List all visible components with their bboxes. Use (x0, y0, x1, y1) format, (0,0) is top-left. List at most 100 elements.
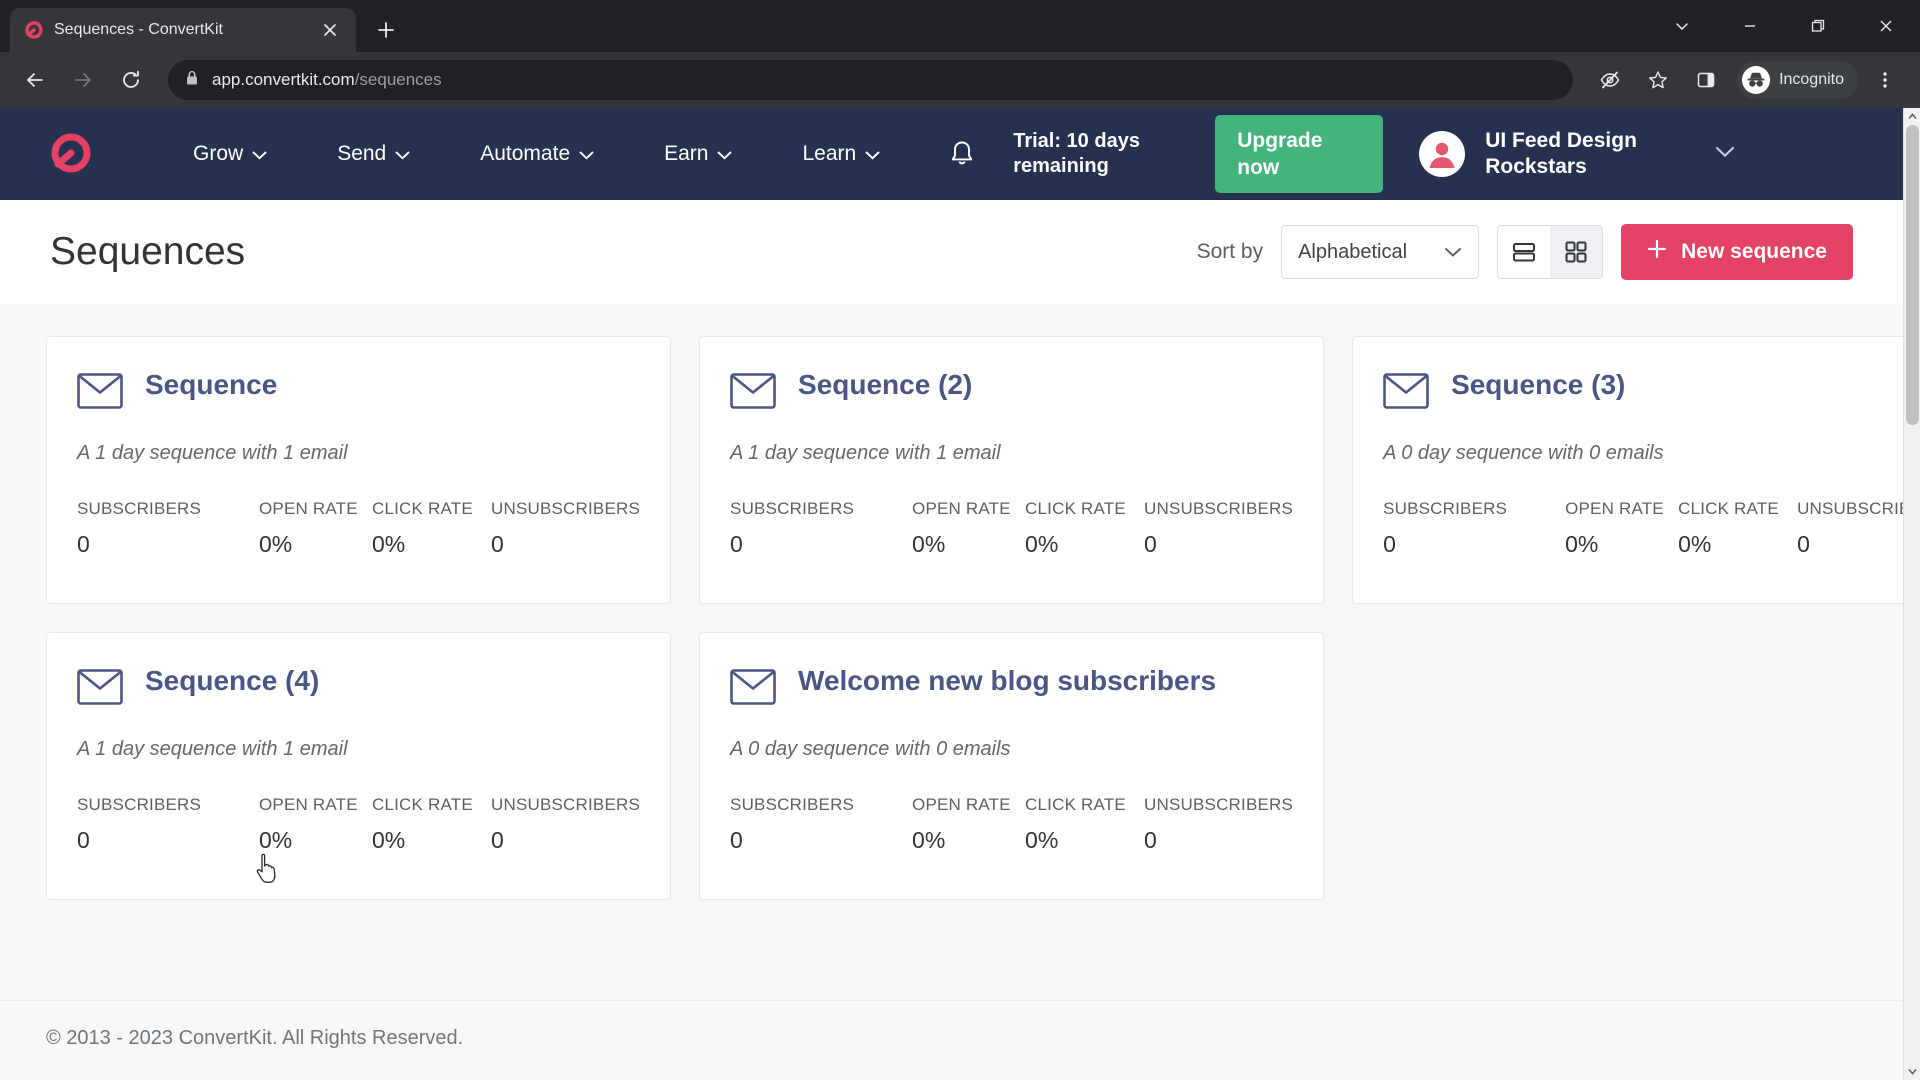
stat-value: 0% (1565, 531, 1599, 557)
upgrade-now-button[interactable]: Upgrade now (1215, 115, 1384, 193)
convertkit-logo-icon[interactable] (42, 125, 100, 183)
side-panel-icon[interactable] (1685, 59, 1727, 101)
sort-by-select[interactable]: Alphabetical (1281, 225, 1480, 279)
stat-unsubscribers: UNSUBSCRIBERS 0 (1144, 499, 1293, 558)
kebab-menu-icon[interactable] (1864, 59, 1906, 101)
sequence-card[interactable]: Sequence (3) A 0 day sequence with 0 ema… (1352, 336, 1903, 604)
chevron-down-icon (865, 142, 880, 166)
view-toggle (1497, 225, 1604, 279)
incognito-label: Incognito (1779, 71, 1844, 88)
stat-value: 0 (491, 531, 504, 557)
card-header: Sequence (2) (730, 367, 1293, 414)
sequence-stats: SUBSCRIBERS 0 OPEN RATE 0% CLICK RATE 0% (730, 499, 1293, 558)
envelope-icon (77, 373, 123, 414)
eye-slash-icon[interactable] (1589, 59, 1631, 101)
maximize-button[interactable] (1784, 0, 1852, 52)
stat-label: OPEN RATE (1565, 499, 1664, 518)
sequence-card[interactable]: Sequence (2) A 1 day sequence with 1 ema… (699, 336, 1325, 604)
sequence-subtitle: A 1 day sequence with 1 email (730, 442, 1001, 464)
trial-status: Trial: 10 days remaining (1013, 130, 1140, 177)
sequence-title[interactable]: Sequence (3) (1451, 367, 1625, 403)
sequence-subtitle: A 0 day sequence with 0 emails (730, 738, 1011, 760)
new-tab-button[interactable] (368, 12, 404, 48)
scrollbar-thumb[interactable] (1906, 125, 1919, 425)
stat-label: SUBSCRIBERS (730, 795, 855, 814)
stat-subscribers: SUBSCRIBERS 0 (77, 795, 259, 854)
stat-unsubscribers: UNSUBSCRIBERS 0 (491, 499, 640, 558)
stat-label: OPEN RATE (912, 795, 1011, 814)
reload-icon[interactable] (110, 59, 152, 101)
main-content: Sequences Sort by Alphabetical New seque… (0, 200, 1903, 1080)
envelope-icon (730, 669, 776, 710)
grid-view-icon[interactable] (1550, 226, 1603, 278)
new-sequence-button[interactable]: New sequence (1621, 224, 1853, 280)
stat-value: 0% (1025, 531, 1059, 557)
stat-label: UNSUBSCRIBERS (1144, 795, 1294, 814)
window-controls (1648, 0, 1920, 52)
url-host: app.convertkit.com (212, 70, 355, 89)
nav-item-grow[interactable]: Grow (158, 142, 302, 166)
page-scrollbar[interactable] (1903, 108, 1920, 1080)
nav-item-automate[interactable]: Automate (445, 142, 629, 166)
convertkit-logo-icon (24, 20, 44, 40)
stat-label: OPEN RATE (259, 499, 358, 518)
app-navigation-bar: Grow Send Automate Earn Learn Trial: 10 … (0, 108, 1903, 200)
sequence-title[interactable]: Sequence (2) (798, 367, 972, 403)
scroll-down-arrow-icon[interactable] (1904, 1063, 1920, 1080)
sequence-stats: SUBSCRIBERS 0 OPEN RATE 0% CLICK RATE 0% (77, 795, 640, 854)
browser-tab[interactable]: Sequences - ConvertKit (10, 8, 356, 52)
sequence-card[interactable]: Welcome new blog subscribers A 0 day seq… (699, 632, 1325, 900)
stat-subscribers: SUBSCRIBERS 0 (730, 499, 912, 558)
chevron-down-icon (1715, 145, 1735, 163)
forward-arrow-icon[interactable] (62, 59, 104, 101)
sequence-title[interactable]: Welcome new blog subscribers (798, 663, 1216, 699)
back-arrow-icon[interactable] (14, 59, 56, 101)
nav-item-learn[interactable]: Learn (767, 142, 915, 166)
new-sequence-label: New sequence (1681, 240, 1827, 263)
star-icon[interactable] (1637, 59, 1679, 101)
chevron-down-icon (252, 142, 267, 166)
sequence-title[interactable]: Sequence (145, 367, 277, 403)
stat-label: CLICK RATE (1678, 499, 1779, 518)
nav-item-earn[interactable]: Earn (629, 142, 767, 166)
stat-label: SUBSCRIBERS (77, 795, 202, 814)
card-header: Sequence (77, 367, 640, 414)
sequence-card[interactable]: Sequence (4) A 1 day sequence with 1 ema… (46, 632, 672, 900)
stat-label: SUBSCRIBERS (1383, 499, 1508, 518)
nav-label: Learn (802, 142, 857, 165)
stat-value: 0% (1678, 531, 1712, 557)
stat-unsubscribers: UNSUBSCRIBERS 0 (491, 795, 640, 854)
stat-value: 0 (1144, 531, 1157, 557)
page-header-controls: Sort by Alphabetical New sequence (1197, 224, 1853, 280)
stat-subscribers: SUBSCRIBERS 0 (730, 795, 912, 854)
sequence-stats: SUBSCRIBERS 0 OPEN RATE 0% CLICK RATE 0% (730, 795, 1293, 854)
address-bar[interactable]: app.convertkit.com/sequences (168, 60, 1574, 100)
nav-label: Grow (193, 142, 244, 165)
scroll-up-arrow-icon[interactable] (1904, 108, 1920, 125)
stat-label: CLICK RATE (372, 499, 473, 518)
stat-unsubscribers: UNSUBSCRIBERS 0 (1797, 499, 1903, 558)
account-name: UI Feed Design Rockstars (1485, 128, 1637, 178)
minimize-button[interactable] (1716, 0, 1784, 52)
nav-label: Earn (664, 142, 709, 165)
account-menu[interactable]: UI Feed Design Rockstars (1419, 128, 1735, 181)
stat-value: 0 (77, 827, 90, 853)
sequence-subtitle: A 1 day sequence with 1 email (77, 442, 348, 464)
browser-titlebar: Sequences - ConvertKit (0, 0, 1920, 52)
sequence-subtitle: A 1 day sequence with 1 email (77, 738, 348, 760)
page-footer: © 2013 - 2023 ConvertKit. All Rights Res… (0, 1000, 1903, 1080)
bell-icon[interactable] (945, 137, 979, 171)
nav-item-send[interactable]: Send (302, 142, 445, 166)
stat-label: UNSUBSCRIBERS (491, 499, 641, 518)
stat-open-rate: OPEN RATE 0% (912, 499, 1025, 558)
sequence-title[interactable]: Sequence (4) (145, 663, 319, 699)
page-viewport: Grow Send Automate Earn Learn Trial: 10 … (0, 108, 1920, 1080)
list-view-icon[interactable] (1498, 226, 1551, 278)
stat-label: CLICK RATE (1025, 795, 1126, 814)
browser-window: Sequences - ConvertKit app.convertkit.co… (0, 0, 1920, 1080)
close-window-button[interactable] (1852, 0, 1920, 52)
incognito-indicator[interactable]: Incognito (1737, 61, 1858, 99)
close-icon[interactable] (318, 18, 342, 42)
tab-search-button[interactable] (1648, 0, 1716, 52)
sequence-card[interactable]: Sequence A 1 day sequence with 1 email S… (46, 336, 672, 604)
